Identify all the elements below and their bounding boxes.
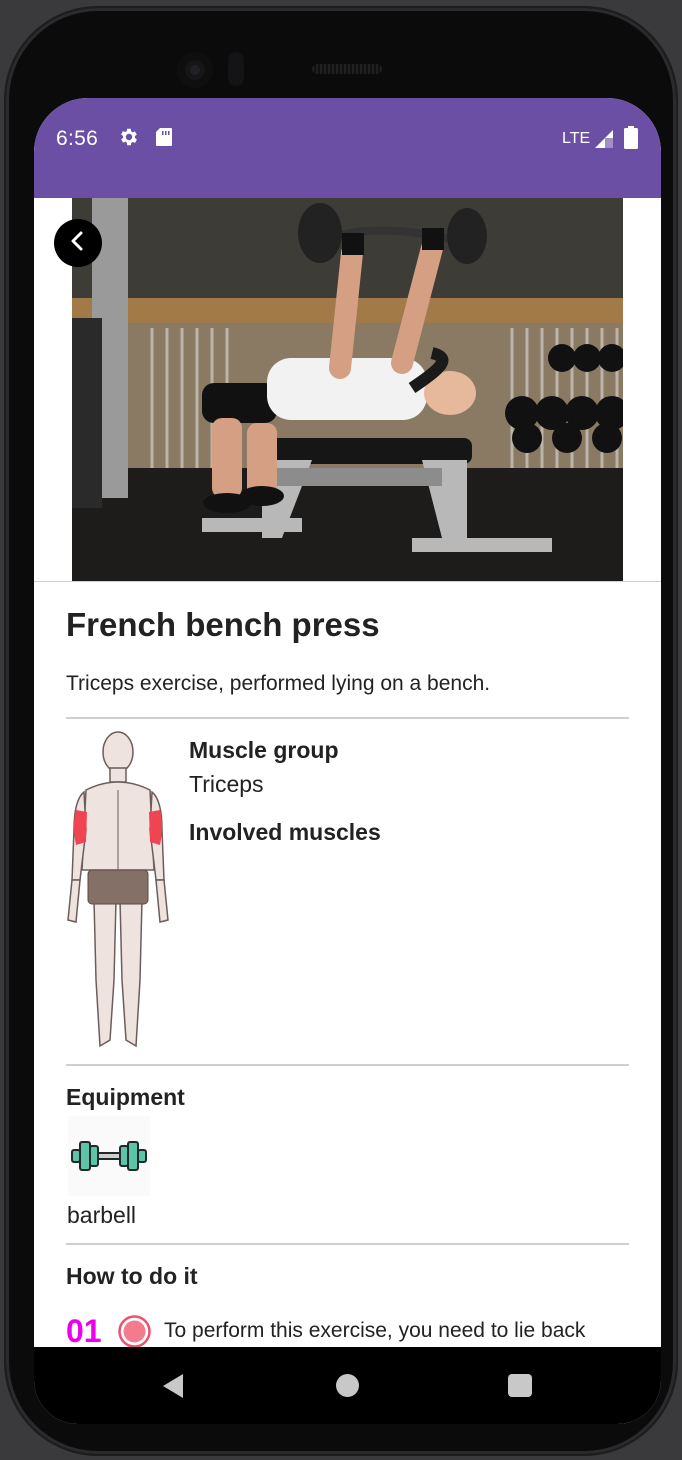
step-bullet-icon [118,1315,151,1347]
exercise-title: French bench press [66,606,380,643]
nav-recents-button[interactable] [508,1374,532,1397]
dumbbell-icon [68,1116,150,1196]
divider [66,1064,629,1066]
equipment-name: barbell [67,1202,137,1228]
nav-home-button[interactable] [336,1374,359,1397]
back-button[interactable] [54,219,102,267]
muscle-group-heading: Muscle group [189,737,339,763]
muscle-map-figure [66,730,170,1052]
front-camera [177,52,213,88]
screen: 6:56 LTE French bench press Triceps exer… [34,98,661,1424]
divider [66,717,629,719]
photo-divider [34,581,661,582]
equipment-heading: Equipment [66,1084,185,1110]
sd-card-icon [155,127,173,152]
status-time: 6:56 [56,127,99,150]
step-number: 01 [66,1313,102,1347]
signal-icon [594,129,614,154]
chevron-left-icon [67,230,89,257]
phone-frame: 6:56 LTE French bench press Triceps exer… [6,8,676,1454]
navigation-bar [34,1347,661,1424]
exercise-photo [72,198,623,581]
status-bar: 6:56 LTE [34,98,661,198]
earpiece-speaker [312,64,382,74]
nav-back-button[interactable] [161,1373,185,1404]
involved-muscles-heading: Involved muscles [189,819,381,845]
muscle-group-value: Triceps [189,771,264,797]
exercise-detail-content[interactable]: French bench press Triceps exercise, per… [34,198,661,1347]
proximity-sensor [228,52,244,86]
gear-icon [118,126,140,153]
exercise-description: Triceps exercise, performed lying on a b… [66,672,491,695]
divider [66,1243,629,1245]
battery-icon [624,126,638,155]
step-text: To perform this exercise, you need to li… [164,1319,586,1342]
how-to-heading: How to do it [66,1263,198,1289]
network-type: LTE [562,130,591,147]
